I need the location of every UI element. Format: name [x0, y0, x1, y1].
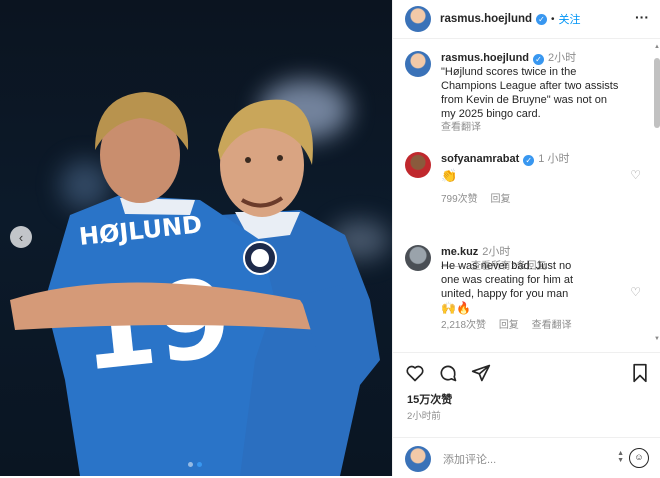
post-header: rasmus.hoejlund ✓ • 关注 ···: [393, 0, 660, 39]
comment-username[interactable]: me.kuz: [441, 246, 478, 258]
previous-slide-button[interactable]: ‹: [10, 226, 32, 248]
caption-line: Champions League after two assists: [441, 80, 619, 92]
reply-button[interactable]: 回复: [499, 320, 519, 331]
players-illustration: HØJLUND 19: [10, 92, 380, 476]
see-translation-link[interactable]: 查看翻译: [441, 121, 641, 135]
verified-badge-icon: ✓: [523, 155, 535, 166]
comment-line: united, happy for you man: [441, 288, 569, 300]
comment-username[interactable]: sofyanamrabat: [441, 153, 519, 165]
caption-line: "Højlund scores twice in the: [441, 66, 577, 78]
comment-emoji: 🙌🔥: [441, 301, 471, 315]
share-send-icon[interactable]: [471, 363, 491, 383]
comment-likes[interactable]: 799次赞: [441, 194, 478, 205]
comment-likes[interactable]: 2,218次赞: [441, 320, 486, 331]
post-photo: HØJLUND 19 ‹: [0, 0, 392, 476]
comment-line: He was never bad. Just no: [441, 260, 572, 272]
like-heart-icon[interactable]: ♡: [630, 168, 641, 182]
likes-count[interactable]: 15万次赞: [407, 391, 452, 407]
chevron-left-icon: ‹: [18, 229, 24, 245]
post-actions: 15万次赞 2小时前 添加评论... ▲ ▼ ☺: [393, 352, 660, 477]
carousel-dot-active: [197, 462, 202, 467]
add-comment-input[interactable]: 添加评论...: [443, 451, 496, 467]
comments-scrollbar[interactable]: ▲ ▼: [654, 44, 660, 344]
comment-line: one was creating for him at: [441, 274, 574, 286]
comment-item: sofyanamrabat ✓ 1 小时 👏 799次赞 回复 ♡: [405, 152, 641, 207]
verified-badge-icon: ✓: [533, 54, 545, 65]
add-comment-bar: 添加评论... ▲ ▼ ☺: [393, 437, 660, 478]
caption-time: 2小时: [548, 52, 577, 64]
input-scroll-arrows-icon[interactable]: ▲ ▼: [617, 450, 624, 464]
avatar[interactable]: [405, 51, 431, 77]
avatar[interactable]: [405, 6, 431, 32]
see-translation-link[interactable]: 查看翻译: [532, 320, 572, 331]
carousel-dot: [188, 462, 193, 467]
follow-button[interactable]: 关注: [559, 11, 581, 27]
avatar[interactable]: [405, 245, 431, 271]
like-heart-icon[interactable]: ♡: [630, 285, 641, 299]
instagram-post-window: HØJLUND 19 ‹ rasmus.hoejlund ✓ • 关注 ···: [0, 0, 660, 476]
emoji-smiley-icon[interactable]: ☺: [629, 448, 649, 468]
header-username[interactable]: rasmus.hoejlund: [440, 13, 532, 25]
comments-list: rasmus.hoejlund ✓ 2小时 "Højlund scores twic…: [393, 39, 660, 352]
carousel-dots: [188, 462, 202, 467]
post-timestamp: 2小时前: [407, 411, 441, 422]
comment-item: me.kuz 2小时 He was never bad. Just no one …: [405, 245, 641, 333]
comment-time: 1 小时: [538, 153, 570, 165]
caption: rasmus.hoejlund ✓ 2小时 "Højlund scores twic…: [405, 51, 641, 135]
separator-dot: •: [551, 13, 555, 25]
comment-time: 2小时: [482, 246, 511, 258]
comment-bubble-icon[interactable]: [438, 363, 458, 383]
scrollbar-thumb[interactable]: [654, 58, 660, 128]
like-heart-icon[interactable]: [405, 363, 425, 383]
comment-text: 👏: [441, 168, 458, 183]
bookmark-icon[interactable]: [631, 363, 649, 383]
avatar[interactable]: [405, 152, 431, 178]
scroll-down-icon[interactable]: ▼: [654, 336, 660, 342]
post-side-panel: rasmus.hoejlund ✓ • 关注 ··· rasmus.hoejlu…: [392, 0, 660, 476]
verified-badge-icon: ✓: [536, 13, 548, 25]
reply-button[interactable]: 回复: [490, 194, 510, 205]
caption-line: from Kevin de Bruyne" was not on: [441, 94, 607, 106]
caption-username[interactable]: rasmus.hoejlund: [441, 52, 529, 64]
caption-line: my 2025 bingo card.: [441, 108, 541, 120]
avatar: [405, 446, 431, 472]
scroll-up-icon[interactable]: ▲: [654, 44, 660, 50]
more-options-icon[interactable]: ···: [635, 9, 649, 25]
